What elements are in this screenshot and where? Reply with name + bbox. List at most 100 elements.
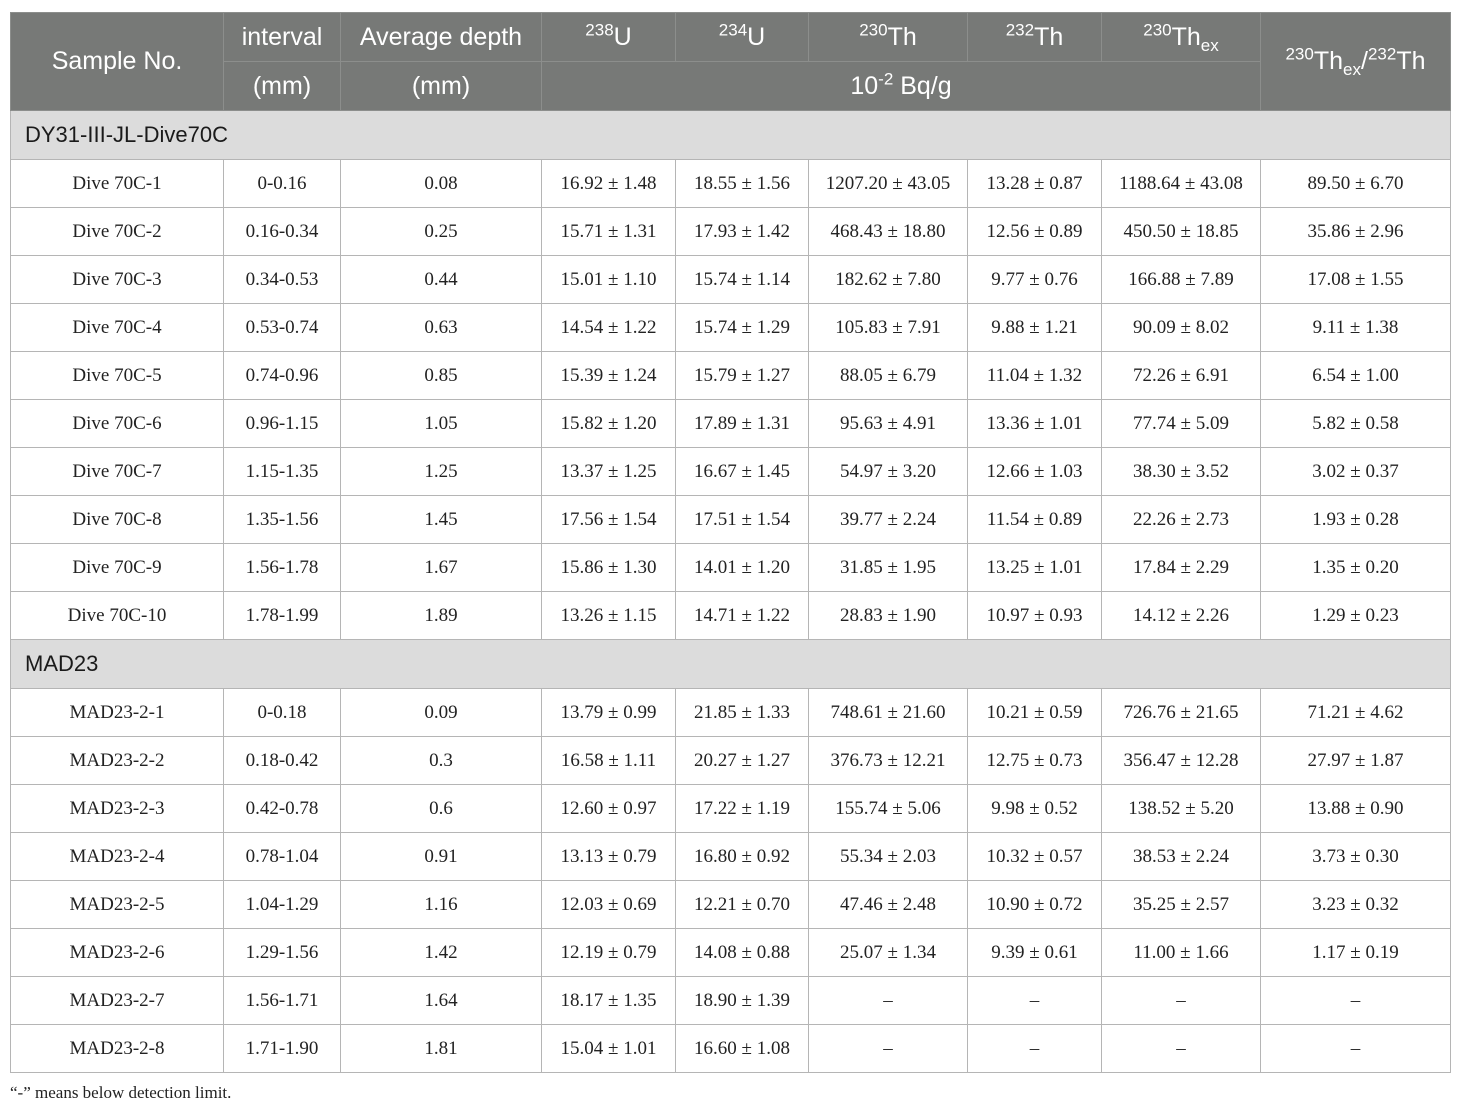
table-cell: 17.89 ± 1.31 (675, 399, 809, 448)
table-cell: – (1260, 1024, 1451, 1073)
table-cell: 14.01 ± 1.20 (675, 543, 809, 592)
table-cell: 0.96-1.15 (223, 399, 341, 448)
table-cell: – (1260, 976, 1451, 1025)
table-cell: 14.08 ± 0.88 (675, 928, 809, 977)
table-cell: 17.22 ± 1.19 (675, 784, 809, 833)
table-row: Dive 70C-7 1.15-1.35 1.25 13.37 ± 1.25 16.67… (10, 447, 1451, 496)
table-cell: 1.93 ± 0.28 (1260, 495, 1451, 544)
table-cell: 1.71-1.90 (223, 1024, 341, 1073)
table-row: Dive 70C-4 0.53-0.74 0.63 14.54 ± 1.22 15.74… (10, 303, 1451, 352)
table-cell: 155.74 ± 5.06 (808, 784, 968, 833)
table-cell: 1.29-1.56 (223, 928, 341, 977)
table-row: MAD23-2-7 1.56-1.71 1.64 18.17 ± 1.35 18.90 … (10, 976, 1451, 1025)
table-cell: 55.34 ± 2.03 (808, 832, 968, 881)
table-cell: – (808, 976, 968, 1025)
table-cell: Dive 70C-2 (10, 207, 224, 256)
table-cell: 12.56 ± 0.89 (967, 207, 1102, 256)
table-cell: 16.60 ± 1.08 (675, 1024, 809, 1073)
table-cell: 54.97 ± 3.20 (808, 447, 968, 496)
table-row: MAD23-2-2 0.18-0.42 0.3 16.58 ± 1.11 20.27 ±… (10, 736, 1451, 785)
table-cell: 1.35-1.56 (223, 495, 341, 544)
header-average-depth: Average depth (340, 12, 542, 62)
table-cell: 6.54 ± 1.00 (1260, 351, 1451, 400)
table-cell: 9.98 ± 0.52 (967, 784, 1102, 833)
header-th230: 230Th (808, 12, 968, 62)
table-cell: 18.90 ± 1.39 (675, 976, 809, 1025)
table-cell: 1207.20 ± 43.05 (808, 159, 968, 208)
table-cell: 35.86 ± 2.96 (1260, 207, 1451, 256)
table-cell: 16.58 ± 1.11 (541, 736, 676, 785)
table-cell: 15.04 ± 1.01 (541, 1024, 676, 1073)
table-cell: 14.71 ± 1.22 (675, 591, 809, 640)
table-cell: 3.02 ± 0.37 (1260, 447, 1451, 496)
table-cell: 16.92 ± 1.48 (541, 159, 676, 208)
table-cell: 138.52 ± 5.20 (1101, 784, 1261, 833)
table-cell: 22.26 ± 2.73 (1101, 495, 1261, 544)
table-cell: 18.17 ± 1.35 (541, 976, 676, 1025)
table-cell: 1.67 (340, 543, 542, 592)
table-cell: 13.13 ± 0.79 (541, 832, 676, 881)
table-cell: – (1101, 976, 1261, 1025)
table-cell: 13.26 ± 1.15 (541, 591, 676, 640)
section-row: DY31-III-JL-Dive70C (10, 110, 1451, 160)
table-cell: 10.21 ± 0.59 (967, 688, 1102, 737)
table-cell: 11.04 ± 1.32 (967, 351, 1102, 400)
table-cell: MAD23-2-5 (10, 880, 224, 929)
table-body: DY31-III-JL-Dive70C Dive 70C-1 0-0.16 0.08 1… (10, 110, 1451, 1073)
table-cell: 10.97 ± 0.93 (967, 591, 1102, 640)
section-title: DY31-III-JL-Dive70C (10, 110, 1451, 160)
table-cell: 0.42-0.78 (223, 784, 341, 833)
table-cell: 1.56-1.71 (223, 976, 341, 1025)
table-cell: 89.50 ± 6.70 (1260, 159, 1451, 208)
table-cell: 15.01 ± 1.10 (541, 255, 676, 304)
table-cell: 748.61 ± 21.60 (808, 688, 968, 737)
table-cell: 95.63 ± 4.91 (808, 399, 968, 448)
table-cell: 1.56-1.78 (223, 543, 341, 592)
table-cell: 0-0.18 (223, 688, 341, 737)
header-interval-unit: (mm) (223, 61, 341, 111)
table-cell: 726.76 ± 21.65 (1101, 688, 1261, 737)
table-cell: 1.05 (340, 399, 542, 448)
header-th230ex: 230Thex (1101, 12, 1261, 62)
table-cell: 376.73 ± 12.21 (808, 736, 968, 785)
table-cell: Dive 70C-9 (10, 543, 224, 592)
table-cell: 15.39 ± 1.24 (541, 351, 676, 400)
table-cell: 12.19 ± 0.79 (541, 928, 676, 977)
table-row: MAD23-2-5 1.04-1.29 1.16 12.03 ± 0.69 12.21 … (10, 880, 1451, 929)
table-row: Dive 70C-10 1.78-1.99 1.89 13.26 ± 1.15 14.7… (10, 591, 1451, 640)
table-cell: 166.88 ± 7.89 (1101, 255, 1261, 304)
table-cell: 15.74 ± 1.14 (675, 255, 809, 304)
table-cell: 17.56 ± 1.54 (541, 495, 676, 544)
table-row: MAD23-2-1 0-0.18 0.09 13.79 ± 0.99 21.85 ± 1… (10, 688, 1451, 737)
table-cell: 1.29 ± 0.23 (1260, 591, 1451, 640)
table-cell: Dive 70C-6 (10, 399, 224, 448)
table-cell: 10.32 ± 0.57 (967, 832, 1102, 881)
table-cell: 17.84 ± 2.29 (1101, 543, 1261, 592)
table-cell: MAD23-2-6 (10, 928, 224, 977)
table-cell: Dive 70C-10 (10, 591, 224, 640)
table-cell: 0.6 (340, 784, 542, 833)
table-cell: 0.08 (340, 159, 542, 208)
table-cell: 17.08 ± 1.55 (1260, 255, 1451, 304)
table-cell: 12.66 ± 1.03 (967, 447, 1102, 496)
header-u234: 234U (675, 12, 809, 62)
table-cell: 13.79 ± 0.99 (541, 688, 676, 737)
table-cell: 1.17 ± 0.19 (1260, 928, 1451, 977)
table-cell: 31.85 ± 1.95 (808, 543, 968, 592)
table-cell: 90.09 ± 8.02 (1101, 303, 1261, 352)
table-cell: 1.64 (340, 976, 542, 1025)
header-average-depth-unit: (mm) (340, 61, 542, 111)
table-cell: 15.71 ± 1.31 (541, 207, 676, 256)
data-table: Sample No. interval Average depth 238U 2… (10, 12, 1451, 1073)
table-cell: 9.39 ± 0.61 (967, 928, 1102, 977)
table-cell: 450.50 ± 18.85 (1101, 207, 1261, 256)
table-cell: 3.23 ± 0.32 (1260, 880, 1451, 929)
table-cell: 0-0.16 (223, 159, 341, 208)
table-row: Dive 70C-8 1.35-1.56 1.45 17.56 ± 1.54 17.51… (10, 495, 1451, 544)
table-cell: 0.09 (340, 688, 542, 737)
table-cell: Dive 70C-7 (10, 447, 224, 496)
table-cell: 9.77 ± 0.76 (967, 255, 1102, 304)
section-row: MAD23 (10, 639, 1451, 689)
section-title: MAD23 (10, 639, 1451, 689)
table-cell: Dive 70C-1 (10, 159, 224, 208)
